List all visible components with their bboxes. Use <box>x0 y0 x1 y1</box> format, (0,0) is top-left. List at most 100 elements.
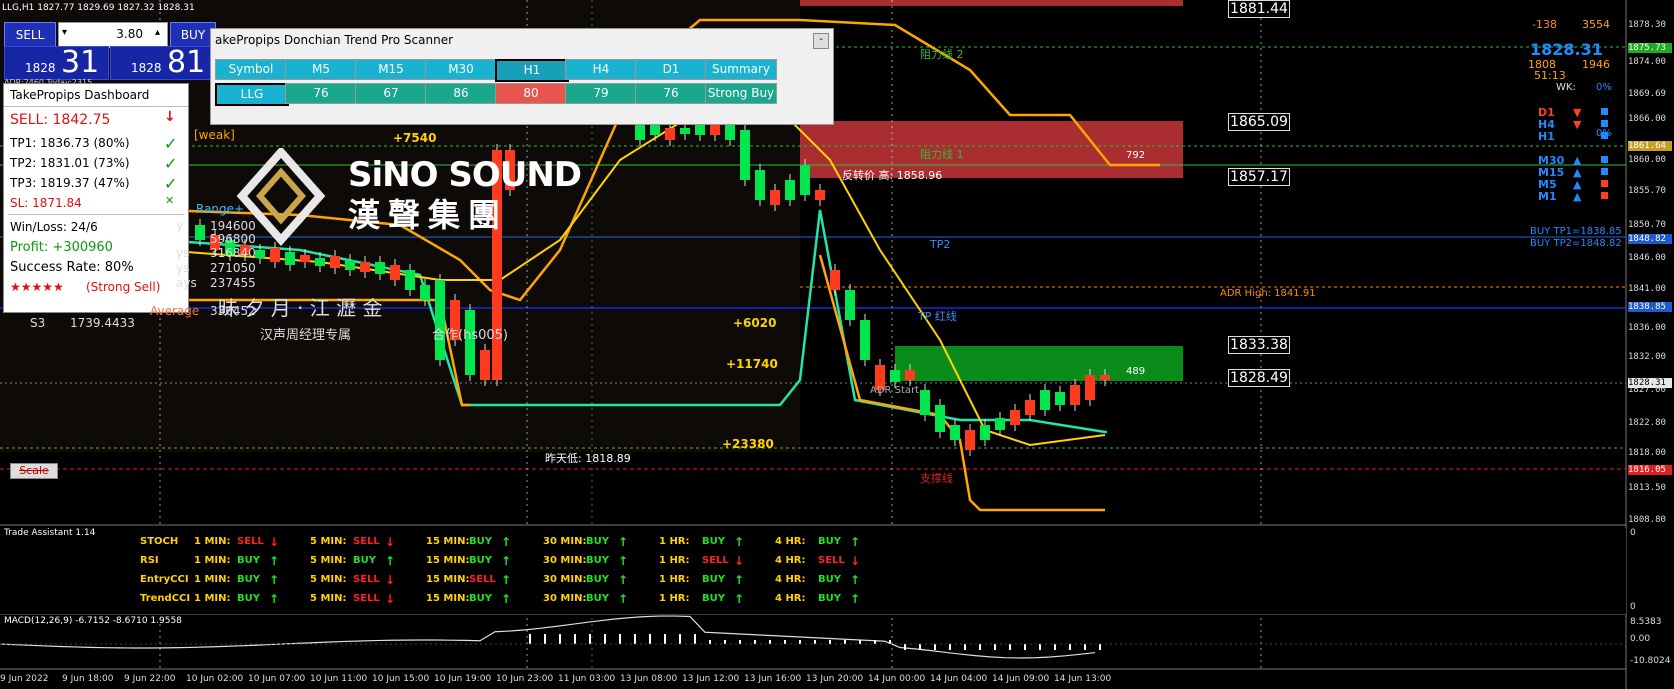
candle <box>1100 375 1110 380</box>
scale-button[interactable]: Scale <box>10 463 58 479</box>
arrow-up-icon: ↑ <box>734 535 745 549</box>
symbol-title: LLG,H1 1827.77 1829.69 1827.32 1828.31 <box>2 3 195 13</box>
signal-value: SELL <box>818 555 845 566</box>
arrow-up-icon: ↑ <box>501 592 512 606</box>
arrow-up-icon: ↑ <box>501 554 512 568</box>
info-price: 1828.31 <box>1530 40 1603 59</box>
timeframe-m1: M1 <box>1538 190 1557 203</box>
signal-value: BUY <box>702 593 725 604</box>
signal-value: BUY <box>586 536 609 547</box>
divider <box>8 214 184 215</box>
one-click-trading-panel: SELL ▾ 3.80 ▴ BUY 1828 31 1828 81 ADR:24… <box>0 18 217 87</box>
scanner-header-d1[interactable]: D1 <box>635 59 707 80</box>
timeframe-label: 15 MIN: <box>426 555 470 566</box>
scanner-score-cell[interactable]: 79 <box>565 83 637 104</box>
signal-value: BUY <box>586 555 609 566</box>
stat-label: ys <box>176 246 190 260</box>
scanner-score-cell[interactable]: Strong Buy <box>705 83 777 104</box>
tp1-text: TP1: 1836.73 (80%) <box>10 136 130 150</box>
price-axis-label: 1869.69 <box>1628 89 1666 99</box>
scanner-score-cell[interactable]: 76 <box>635 83 707 104</box>
signal-value: BUY <box>818 593 841 604</box>
candle <box>995 418 1005 430</box>
check-icon: ✓ <box>164 154 178 173</box>
candle <box>1010 410 1020 425</box>
signal-value: BUY <box>586 593 609 604</box>
candle <box>755 170 765 200</box>
stat-value: 336452 <box>210 304 256 318</box>
signal-value: BUY <box>469 536 492 547</box>
buy-price[interactable]: 1828 81 <box>110 45 216 80</box>
price-axis-label: 1841.00 <box>1628 284 1666 294</box>
lot-down-icon[interactable]: ▾ <box>62 27 67 38</box>
scanner-header-m30[interactable]: M30 <box>425 59 497 80</box>
scanner-header-m5[interactable]: M5 <box>285 59 357 80</box>
adr-high-label: ADR High: 1841.91 <box>1220 288 1316 299</box>
square-marker-icon <box>1601 192 1608 199</box>
scanner-header-m15[interactable]: M15 <box>355 59 427 80</box>
candle <box>920 390 930 415</box>
candle <box>905 370 915 380</box>
takepropips-dashboard[interactable]: TakePropips Dashboard SELL: 1842.75 ↓ TP… <box>3 83 189 313</box>
signal-value: BUY <box>702 574 725 585</box>
scanner-symbol-cell[interactable]: LLG <box>215 83 289 106</box>
success-text: Success Rate: 80% <box>10 260 134 275</box>
scanner-score-cell[interactable]: 86 <box>425 83 497 104</box>
price-axis-label: 1855.70 <box>1628 186 1666 196</box>
candle <box>270 248 280 262</box>
arrow-up-icon: ↑ <box>501 535 512 549</box>
sell-button[interactable]: SELL <box>4 22 56 48</box>
price-axis-label: 1848.82 <box>1628 234 1672 244</box>
donchian-scanner-window[interactable]: akePropips Donchian Trend Pro Scanner - … <box>210 28 834 125</box>
lot-value: 3.80 <box>116 27 143 41</box>
boxed-price-label: 1828.49 <box>1228 369 1290 387</box>
check-icon: ✓ <box>164 134 178 153</box>
signal-value: SELL <box>353 574 380 585</box>
scanner-score-cell[interactable]: 76 <box>285 83 357 104</box>
timeframe-label: 5 MIN: <box>310 555 347 566</box>
timeframe-label: 15 MIN: <box>426 536 470 547</box>
chart-background <box>800 0 1626 520</box>
date-label: 10 Jun 02:00 <box>186 674 244 684</box>
indicator-name-rsi: RSI <box>140 555 159 566</box>
timeframe-label: 1 HR: <box>659 555 690 566</box>
square-marker-icon <box>1601 180 1608 187</box>
square-marker-icon <box>1601 108 1608 115</box>
sell-price[interactable]: 1828 31 <box>4 45 109 80</box>
minimize-button[interactable]: - <box>813 33 829 49</box>
timeframe-label: 1 MIN: <box>194 536 231 547</box>
square-marker-icon <box>1601 168 1608 175</box>
signal-value: SELL <box>469 574 496 585</box>
date-label: 13 Jun 08:00 <box>620 674 678 684</box>
timeframe-label: 1 HR: <box>659 536 690 547</box>
signal-value: BUY <box>469 555 492 566</box>
arrow-up-icon: ↑ <box>385 554 396 568</box>
scanner-header-h4[interactable]: H4 <box>565 59 637 80</box>
resistance-zone-top <box>800 0 1183 6</box>
profit-mark: +7540 <box>393 131 437 145</box>
timeframe-h1: H1 <box>1538 130 1555 143</box>
lot-up-icon[interactable]: ▴ <box>155 27 160 38</box>
strength-text: (Strong Sell) <box>86 280 161 294</box>
macd-axis-bottom: -10.8024 <box>1630 656 1671 666</box>
scanner-score-cell[interactable]: 67 <box>355 83 427 104</box>
scanner-header-summary[interactable]: Summary <box>705 59 777 80</box>
arrow-up-icon: ↑ <box>269 573 280 587</box>
signal-value: BUY <box>818 574 841 585</box>
candle <box>315 258 325 266</box>
resistance1-label: 阻力线 1 <box>920 148 964 161</box>
scanner-header-symbol[interactable]: Symbol <box>215 59 287 80</box>
timeframe-label: 4 HR: <box>775 593 806 604</box>
candle <box>435 280 445 360</box>
signal-value: BUY <box>702 536 725 547</box>
candle <box>815 190 825 200</box>
scanner-score-cell[interactable]: 80 <box>495 83 567 104</box>
scanner-header-h1[interactable]: H1 <box>495 59 569 82</box>
date-label: 10 Jun 07:00 <box>248 674 306 684</box>
sino-sound-logo-text: SiNO SOUND <box>348 155 582 195</box>
profit-mark: +11740 <box>726 357 778 371</box>
candle <box>680 128 690 134</box>
price-axis-label: 1822.80 <box>1628 418 1666 428</box>
timeframe-label: 5 MIN: <box>310 574 347 585</box>
sell-price-big: 31 <box>61 45 100 80</box>
